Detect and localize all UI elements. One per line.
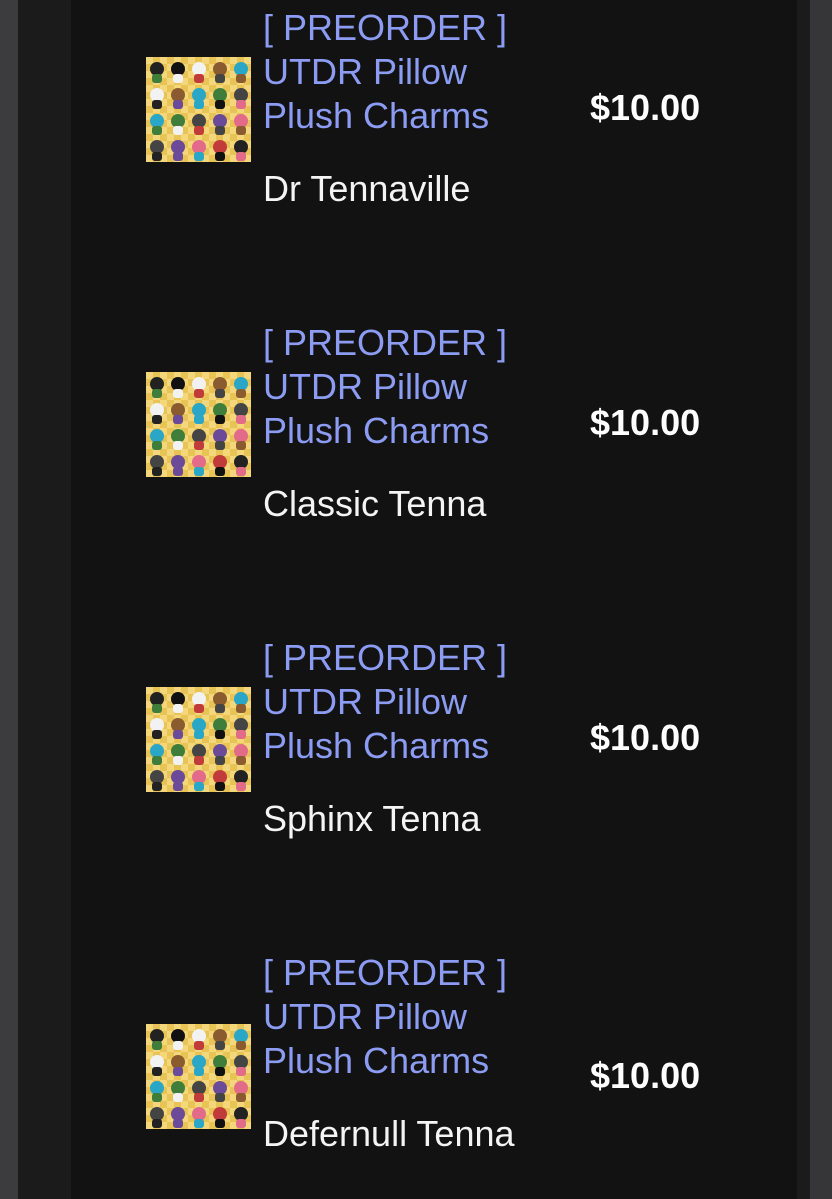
plush-figure-body (236, 1119, 246, 1128)
plush-figure (192, 1107, 206, 1121)
plush-figure-body (173, 1119, 183, 1128)
plush-figure (171, 1029, 185, 1043)
plush-figure (213, 1055, 227, 1069)
product-variant: Defernull Tenna (263, 1113, 515, 1154)
plush-figure-body (194, 1067, 204, 1076)
plush-figure-body (215, 1067, 225, 1076)
title-line: Plush Charms (263, 1040, 490, 1081)
plush-figure (213, 1029, 227, 1043)
plush-figure (171, 1055, 185, 1069)
page: [ PREORDER ] UTDR Pillow Plush Charms Dr… (0, 0, 832, 1199)
product-price: $10.00 (590, 1055, 701, 1096)
plush-figure (234, 1029, 248, 1043)
plush-figure-body (215, 1119, 225, 1128)
plush-figure (192, 1055, 206, 1069)
title-line: [ PREORDER ] (263, 952, 508, 993)
plush-figure-body (173, 1041, 183, 1050)
product-thumbnail[interactable] (146, 1024, 251, 1129)
plush-figure (171, 1107, 185, 1121)
plush-figure (150, 1081, 164, 1095)
plush-figure-body (194, 1093, 204, 1102)
plush-figure (234, 1055, 248, 1069)
plush-figure-body (194, 1041, 204, 1050)
plush-charms-image (150, 1029, 248, 1128)
left-edge (0, 0, 18, 1199)
plush-figure-body (152, 1041, 162, 1050)
plush-figure (234, 1081, 248, 1095)
plush-figure-body (173, 1067, 183, 1076)
plush-figure (213, 1081, 227, 1095)
plush-figure-body (236, 1093, 246, 1102)
plush-figure-body (194, 1119, 204, 1128)
plush-figure (150, 1055, 164, 1069)
plush-figure (192, 1081, 206, 1095)
plush-figure-body (215, 1041, 225, 1050)
plush-figure (234, 1107, 248, 1121)
plush-figure-body (152, 1067, 162, 1076)
plush-figure (171, 1081, 185, 1095)
plush-figure-body (215, 1093, 225, 1102)
cart-item-list: [ PREORDER ] UTDR Pillow Plush Charms Dr… (71, 0, 797, 1199)
content-frame: [ PREORDER ] UTDR Pillow Plush Charms Dr… (18, 0, 810, 1199)
plush-figure (150, 1107, 164, 1121)
title-line: UTDR Pillow (263, 996, 468, 1037)
plush-figure (213, 1107, 227, 1121)
plush-figure-body (152, 1093, 162, 1102)
plush-figure-body (236, 1041, 246, 1050)
plush-figure (192, 1029, 206, 1043)
plush-figure-body (173, 1093, 183, 1102)
product-title-link[interactable]: [ PREORDER ] UTDR Pillow Plush Charms (263, 951, 563, 1083)
plush-figure-body (152, 1119, 162, 1128)
plush-figure-body (236, 1067, 246, 1076)
cart-item: [ PREORDER ] UTDR Pillow Plush Charms De… (71, 0, 797, 1199)
plush-figure (150, 1029, 164, 1043)
